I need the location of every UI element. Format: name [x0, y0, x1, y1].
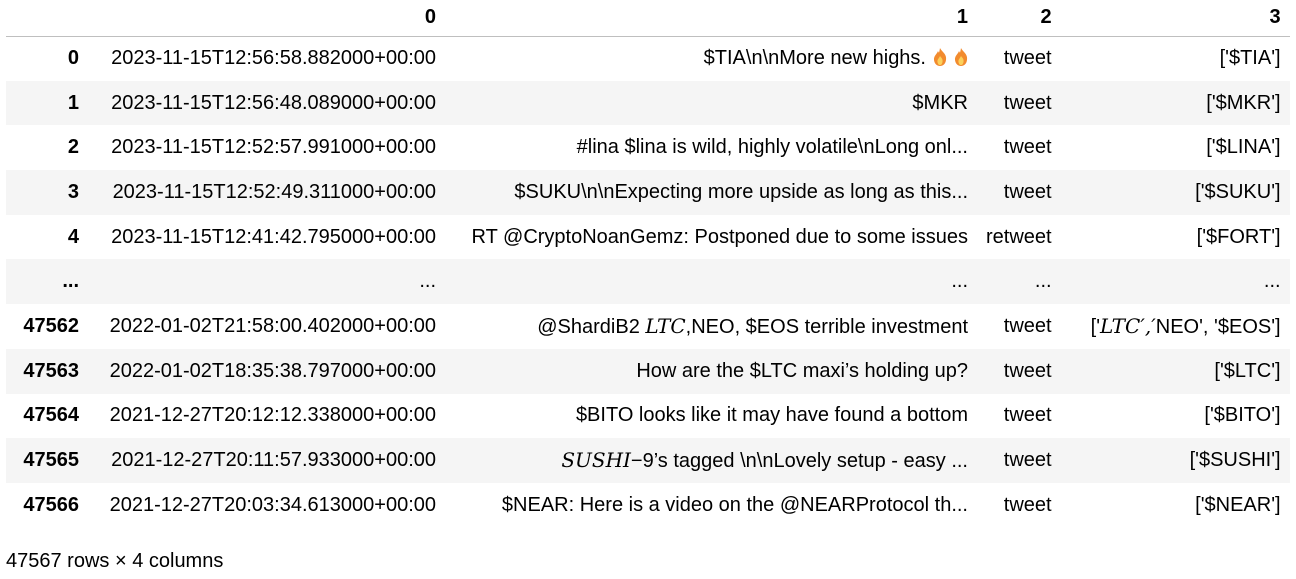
row-index: 2: [67, 136, 79, 159]
table-row: 47565 2021-12-27T20:11:57.933000+00:00 S…: [6, 438, 1290, 483]
cell: ...: [951, 270, 968, 293]
cell-text: ,NEO, $EOS terrible investment: [685, 315, 968, 338]
column-header: 3: [1060, 0, 1290, 37]
cell-text: [': [1090, 315, 1101, 338]
dataframe-table: 0 1 2 3 0 2023-11-15T12:56:58.882000+00:…: [6, 0, 1290, 528]
row-index: 4: [67, 225, 79, 248]
cell: $MKR: [912, 91, 968, 114]
cell: tweet: [1003, 136, 1052, 159]
cell: tweet: [1003, 47, 1052, 70]
row-index: 47562: [23, 314, 79, 337]
column-header: 1: [445, 0, 977, 37]
row-index: 47566: [23, 493, 79, 516]
table-row: 2 2023-11-15T12:52:57.991000+00:00 #lina…: [6, 125, 1290, 170]
cell: RT @CryptoNoanGemz: Postponed due to som…: [471, 225, 968, 248]
cell: 2023-11-15T12:56:58.882000+00:00: [111, 47, 436, 70]
cell-text: @ShardiB2: [537, 315, 646, 338]
cell: tweet: [1003, 359, 1052, 382]
math-text: LTC: [645, 313, 686, 338]
table-row: 4 2023-11-15T12:41:42.795000+00:00 RT @C…: [6, 215, 1290, 260]
row-index: 47565: [23, 449, 79, 472]
cell: ['$BITO']: [1204, 404, 1281, 427]
cell: $TIA\n\nMore new highs.: [445, 36, 977, 81]
cell: ['$MKR']: [1206, 91, 1281, 114]
table-row: 47564 2021-12-27T20:12:12.338000+00:00 $…: [6, 394, 1290, 439]
cell: 2023-11-15T12:52:57.991000+00:00: [111, 136, 436, 159]
dataframe-shape-label: 47567 rows × 4 columns: [6, 550, 224, 572]
cell: retweet: [986, 225, 1052, 248]
cell: #lina $lina is wild, highly volatile\nLo…: [576, 136, 968, 159]
cell: ...: [1034, 270, 1052, 293]
cell: 2023-11-15T12:52:49.311000+00:00: [112, 180, 436, 203]
math-text: LTC′,′: [1100, 313, 1156, 338]
cell: 2021-12-27T20:12:12.338000+00:00: [109, 404, 436, 427]
cell: ['$TIA']: [1219, 47, 1281, 70]
header-row: 0 1 2 3: [6, 0, 1290, 37]
cell: 2022-01-02T21:58:00.402000+00:00: [109, 314, 436, 337]
row-index: 1: [67, 91, 79, 114]
row-index: 0: [67, 47, 79, 70]
cell: 2021-12-27T20:11:57.933000+00:00: [111, 449, 436, 472]
cell: ['$LTC']: [1214, 359, 1281, 382]
column-header: 2: [977, 0, 1061, 37]
cell: SUSHI−9’s tagged \n\nLovely setup - easy…: [445, 438, 977, 483]
ellipsis-row: ... ... ... ... ...: [6, 259, 1290, 305]
cell: 2022-01-02T18:35:38.797000+00:00: [109, 359, 436, 382]
cell: ['$NEAR']: [1195, 493, 1281, 516]
table-row: 47562 2022-01-02T21:58:00.402000+00:00 @…: [6, 304, 1290, 349]
cell: 2023-11-15T12:41:42.795000+00:00: [111, 225, 436, 248]
cell: ['$FORT']: [1196, 225, 1281, 248]
cell: tweet: [1003, 449, 1052, 472]
math-text: SUSHI: [561, 448, 631, 473]
fire-emoji-icon: [933, 48, 947, 67]
cell: tweet: [1003, 404, 1052, 427]
dataframe-output: 0 1 2 3 0 2023-11-15T12:56:58.882000+00:…: [0, 0, 1296, 579]
table-row: 47566 2021-12-27T20:03:34.613000+00:00 $…: [6, 483, 1290, 528]
cell: How are the $LTC maxi’s holding up?: [636, 359, 968, 382]
cell: ...: [419, 270, 436, 293]
cell: ['LTC′,′NEO', '$EOS']: [1061, 304, 1290, 349]
table-row: 0 2023-11-15T12:56:58.882000+00:00 $TIA\…: [6, 36, 1290, 81]
cell: tweet: [1003, 493, 1052, 516]
table-row: 47563 2022-01-02T18:35:38.797000+00:00 H…: [6, 348, 1290, 394]
cell: tweet: [1003, 180, 1052, 203]
index-header: [6, 0, 88, 37]
cell: $NEAR: Here is a video on the @NEARProto…: [501, 493, 968, 516]
cell: ...: [1263, 270, 1281, 293]
cell: 2021-12-27T20:03:34.613000+00:00: [109, 493, 436, 516]
cell: $BITO looks like it may have found a bot…: [575, 404, 968, 427]
cell: ['$SUSHI']: [1189, 449, 1281, 472]
cell: 2023-11-15T12:56:48.089000+00:00: [111, 91, 436, 114]
cell-text: NEO', '$EOS']: [1155, 315, 1281, 338]
fire-emoji-icon: [954, 48, 968, 67]
cell-text: −9’s tagged \n\nLovely setup - easy ...: [630, 450, 968, 473]
cell: $SUKU\n\nExpecting more upside as long a…: [514, 180, 968, 203]
row-index: 3: [67, 180, 79, 203]
column-header: 0: [88, 0, 445, 37]
row-index: 47563: [23, 359, 79, 382]
cell: @ShardiB2 LTC,NEO, $EOS terrible investm…: [445, 304, 977, 349]
table-row: 3 2023-11-15T12:52:49.311000+00:00 $SUKU…: [6, 170, 1290, 215]
cell: ['$LINA']: [1206, 136, 1281, 159]
cell: tweet: [1003, 91, 1052, 114]
cell: ['$SUKU']: [1195, 180, 1281, 203]
row-index: 47564: [23, 404, 79, 427]
table-row: 1 2023-11-15T12:56:48.089000+00:00 $MKR …: [6, 80, 1290, 126]
cell-text: $TIA\n\nMore new highs.: [703, 47, 926, 70]
row-index: ...: [62, 270, 79, 293]
cell: tweet: [1003, 314, 1052, 337]
